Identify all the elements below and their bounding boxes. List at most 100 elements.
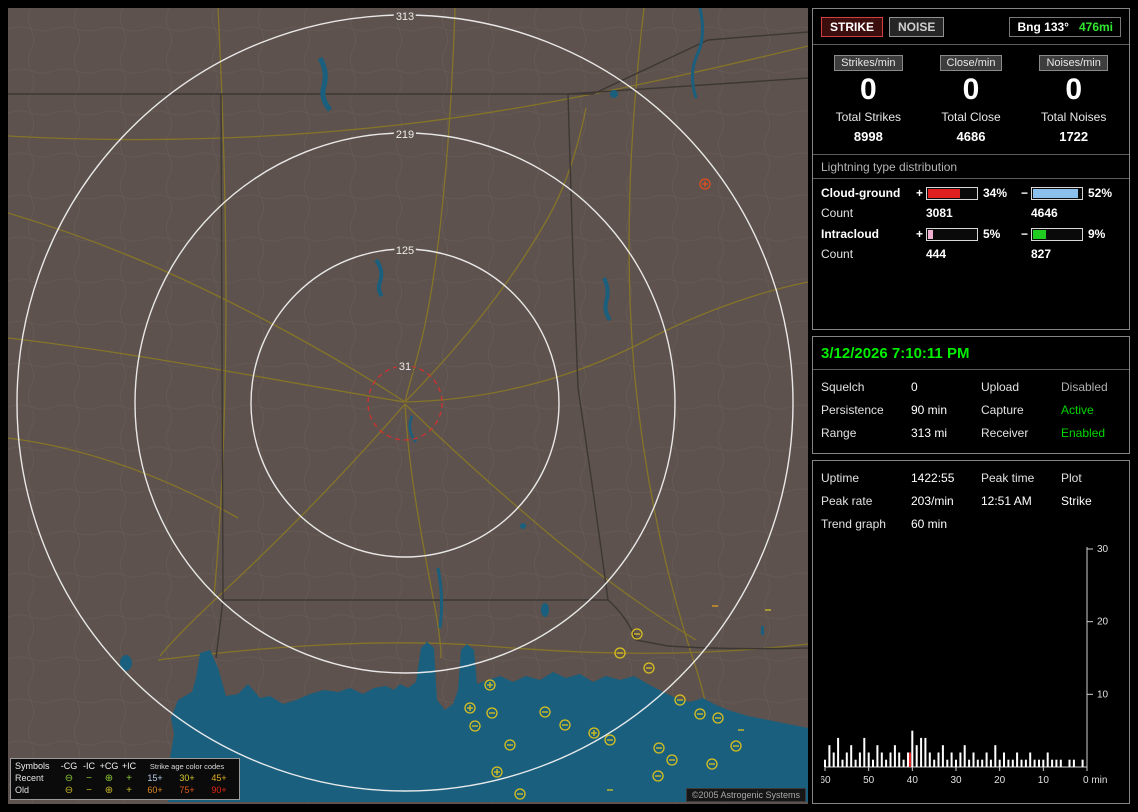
strike-symbol-glyph: ⊖ (59, 785, 79, 796)
svg-text:20: 20 (994, 775, 1006, 786)
cloud-ground-positive-bar (926, 187, 978, 200)
svg-text:40: 40 (907, 775, 919, 786)
age-code: 60+ (139, 785, 171, 796)
strikes-per-min-label: Strikes/min (834, 55, 902, 71)
cloud-ground-negative-percent: 52% (1083, 186, 1121, 200)
legend-column-header: +IC (119, 761, 139, 772)
chart-axes (825, 547, 1087, 767)
strike-symbol-glyph: ⊖ (59, 773, 79, 784)
age-code: 15+ (139, 773, 171, 784)
trend-panel: Uptime 1422:55 Peak time Plot Peak rate … (812, 460, 1130, 804)
uptime-label: Uptime (821, 471, 911, 485)
legend-column-header: +CG (99, 761, 119, 772)
bearing-display: Bng 133° 476mi (1009, 17, 1121, 37)
svg-text:10: 10 (1097, 689, 1109, 700)
plus-sign: + (913, 227, 926, 241)
upload-status: Disabled (1061, 380, 1121, 394)
trend-chart: 6050403020100 min302010 (821, 545, 1125, 796)
capture-label: Capture (981, 403, 1061, 417)
age-code: 90+ (203, 785, 235, 796)
strikes-per-min-counter: Strikes/min 0 (817, 53, 920, 106)
range-value: 313 mi (911, 426, 981, 440)
statistics-panel: STRIKE NOISE Bng 133° 476mi Strikes/min … (812, 8, 1130, 330)
receiver-label: Receiver (981, 426, 1061, 440)
age-code: 30+ (171, 773, 203, 784)
intracloud-negative-bar (1031, 228, 1083, 241)
total-noises: Total Noises 1722 (1022, 110, 1125, 144)
distribution-title: Lightning type distribution (813, 155, 1129, 178)
cloud-ground-negative-count: 4646 (1031, 206, 1121, 220)
upload-label: Upload (981, 380, 1061, 394)
total-close: Total Close 4686 (920, 110, 1023, 144)
legend-column-header: -CG (59, 761, 79, 772)
peak-time-label: Peak time (981, 471, 1061, 485)
status-panel: 3/12/2026 7:10:11 PM Squelch 0 Upload Di… (812, 336, 1130, 454)
total-counters: Total Strikes 8998 Total Close 4686 Tota… (813, 106, 1129, 154)
total-noises-label: Total Noises (1022, 110, 1125, 124)
minus-sign: − (1018, 186, 1031, 200)
lightning-map[interactable]: 31321912531 (8, 8, 808, 804)
peak-rate-label: Peak rate (821, 494, 911, 508)
strike-symbol-glyph: + (119, 773, 139, 784)
bearing-label: Bng 133° (1017, 20, 1068, 34)
intracloud-negative-percent: 9% (1083, 227, 1121, 241)
persistence-value: 90 min (911, 403, 981, 417)
legend-symbols-header: Symbols (15, 761, 59, 772)
squelch-value: 0 (911, 380, 981, 394)
svg-text:30: 30 (1097, 545, 1109, 555)
legend-row-label: Recent (15, 773, 59, 784)
legend-grid: Symbols-CG-IC+CG+ICStrike age color code… (15, 761, 235, 796)
svg-text:50: 50 (863, 775, 875, 786)
noises-per-min-value: 0 (1022, 73, 1125, 106)
legend-row-label: Old (15, 785, 59, 796)
cloud-ground-negative-bar (1031, 187, 1083, 200)
intracloud-label: Intracloud (821, 227, 913, 241)
persistence-label: Persistence (821, 403, 911, 417)
ring-distance-label: 125 (396, 245, 414, 257)
close-per-min-value: 0 (920, 73, 1023, 106)
trend-bars (824, 731, 1084, 767)
legend-age-header: Strike age color codes (139, 761, 235, 772)
minus-sign: − (1018, 227, 1031, 241)
noises-per-min-counter: Noises/min 0 (1022, 53, 1125, 106)
age-code: 75+ (171, 785, 203, 796)
svg-text:0 min: 0 min (1083, 775, 1107, 786)
cloud-ground-count-row: Count 3081 4646 (813, 200, 1129, 220)
strike-button[interactable]: STRIKE (821, 17, 883, 37)
intracloud-count-row: Count 444 827 (813, 241, 1129, 261)
ring-distance-label: 31 (399, 361, 411, 373)
noise-button[interactable]: NOISE (889, 17, 944, 37)
rate-counters: Strikes/min 0 Close/min 0 Noises/min 0 (813, 45, 1129, 106)
peak-rate-value: 203/min (911, 494, 981, 508)
strike-symbol-glyph: ⊕ (99, 773, 119, 784)
capture-status: Active (1061, 403, 1121, 417)
cloud-ground-positive-count: 3081 (926, 206, 1031, 220)
strike-symbol-glyph: ⊕ (99, 785, 119, 796)
svg-text:30: 30 (950, 775, 962, 786)
trend-graph-label: Trend graph (821, 517, 911, 531)
close-per-min-counter: Close/min 0 (920, 53, 1023, 106)
cloud-ground-row: Cloud-ground + 34% − 52% (813, 179, 1129, 200)
svg-text:20: 20 (1097, 617, 1109, 628)
legend-column-header: -IC (79, 761, 99, 772)
count-label: Count (821, 247, 926, 261)
bearing-distance: 476mi (1079, 20, 1113, 34)
map-view[interactable]: 31321912531 Symbols-CG-IC+CG+ICStrike ag… (8, 8, 808, 804)
strike-symbol-glyph: + (119, 785, 139, 796)
cloud-ground-positive-percent: 34% (978, 186, 1018, 200)
intracloud-row: Intracloud + 5% − 9% (813, 220, 1129, 241)
datetime-display: 3/12/2026 7:10:11 PM (813, 337, 1129, 369)
age-code: 45+ (203, 773, 235, 784)
total-close-label: Total Close (920, 110, 1023, 124)
mode-header-row: STRIKE NOISE Bng 133° 476mi (813, 9, 1129, 44)
strike-symbol-glyph: − (79, 785, 99, 796)
range-label: Range (821, 426, 911, 440)
plot-label: Plot (1061, 471, 1121, 485)
total-noises-value: 1722 (1022, 129, 1125, 144)
trend-chart-svg: 6050403020100 min302010 (821, 545, 1121, 791)
map-legend: Symbols-CG-IC+CG+ICStrike age color code… (10, 758, 240, 800)
noises-per-min-label: Noises/min (1039, 55, 1107, 71)
total-strikes-label: Total Strikes (817, 110, 920, 124)
status-grid: Squelch 0 Upload Disabled Persistence 90… (813, 370, 1129, 450)
intracloud-positive-bar (926, 228, 978, 241)
